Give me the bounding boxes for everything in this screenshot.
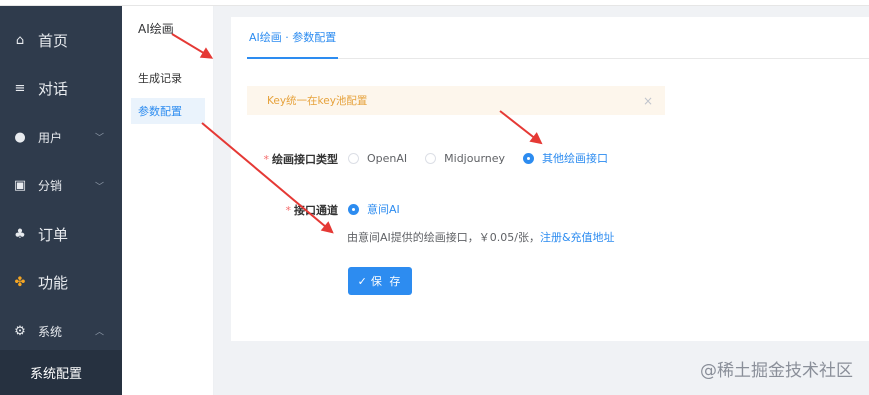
user-icon: ● (14, 129, 26, 145)
subnav-item-label: 参数配置 (138, 105, 182, 118)
radio-midjourney[interactable]: Midjourney (425, 152, 505, 165)
sidebar-item-features[interactable]: ✤ 功能 (0, 259, 122, 308)
type-label: * 绘画接口类型 (263, 153, 339, 166)
required-mark: * (285, 204, 292, 217)
chevron-down-icon: ﹀ (94, 133, 104, 144)
radio-dot (348, 203, 359, 215)
subnav-item-label: 生成记录 (138, 72, 182, 85)
close-icon[interactable]: × (643, 94, 653, 108)
channel-hint: 由意间AI提供的绘画接口，￥0.05/张，注册&充值地址 (347, 231, 615, 244)
save-button[interactable]: ✓ 保 存 (348, 267, 412, 295)
home-icon: ⌂ (15, 32, 25, 48)
sidebar-item-chat[interactable]: ≡ 对话 (0, 65, 122, 114)
secondary-nav: AI绘画 生成记录 参数配置 (122, 6, 214, 395)
radio-openai[interactable]: OpenAI (348, 152, 407, 165)
tab-params-config[interactable]: AI绘画 · 参数配置 (247, 17, 339, 59)
sidebar-item-home[interactable]: ⌂ 首页 (0, 16, 122, 65)
check-icon: ✓ (357, 274, 367, 288)
sidebar-item-system-config[interactable]: 系统配置 (0, 350, 122, 395)
sidebar-item-label: 首页 (38, 31, 69, 50)
sidebar-item-label: 订单 (38, 225, 69, 244)
radio-other-drawing[interactable]: 其他绘画接口 (523, 150, 608, 166)
subnav-title: AI绘画 (138, 22, 174, 36)
apps-icon: ✤ (14, 275, 26, 291)
sidebar-item-label: 系统 (38, 324, 63, 339)
sidebar-item-system[interactable]: ⚙ 系统 ︿ (0, 307, 122, 356)
list-icon: ≡ (14, 81, 26, 97)
tab-bar: AI绘画 · 参数配置 (247, 17, 869, 59)
radio-dot (523, 152, 535, 164)
sidebar-item-label: 功能 (38, 274, 69, 293)
alert-text: Key统一在key池配置 (267, 95, 368, 107)
sidebar: ⌂ 首页 ≡ 对话 ● 用户 ﹀ ▣ 分销 ﹀ ♣ 订单 ✤ 功能 ⚙ 系统 ︿… (0, 6, 122, 395)
info-alert: Key统一在key池配置 × (247, 86, 665, 115)
sidebar-sub-label: 系统配置 (30, 367, 83, 382)
radio-dot (348, 152, 359, 164)
sidebar-item-label: 用户 (38, 130, 63, 145)
save-label: 保 存 (370, 275, 403, 288)
share-icon: ▣ (13, 178, 27, 194)
money-bag-icon: ♣ (14, 226, 26, 242)
required-mark: * (263, 153, 270, 166)
watermark: @稀土掘金技术社区 (700, 361, 853, 381)
sidebar-item-distribution[interactable]: ▣ 分销 ﹀ (0, 162, 122, 211)
sidebar-item-orders[interactable]: ♣ 订单 (0, 210, 122, 259)
register-link[interactable]: 注册&充值地址 (540, 231, 615, 244)
settings-icon: ⚙ (14, 323, 26, 339)
main-panel: AI绘画 · 参数配置 Key统一在key池配置 × * 绘画接口类型 OpenA… (231, 17, 869, 341)
sidebar-item-label: 对话 (38, 80, 69, 99)
sidebar-item-label: 分销 (38, 179, 63, 194)
channel-radio-group: 意间AI (348, 201, 418, 217)
chevron-down-icon: ﹀ (94, 182, 104, 193)
subnav-item-params[interactable]: 参数配置 (131, 98, 205, 124)
sidebar-item-users[interactable]: ● 用户 ﹀ (0, 113, 122, 162)
radio-yijian-ai[interactable]: 意间AI (348, 201, 400, 217)
radio-dot (425, 152, 437, 164)
chevron-up-icon: ︿ (94, 327, 104, 338)
type-radio-group: OpenAI Midjourney 其他绘画接口 (348, 150, 626, 166)
